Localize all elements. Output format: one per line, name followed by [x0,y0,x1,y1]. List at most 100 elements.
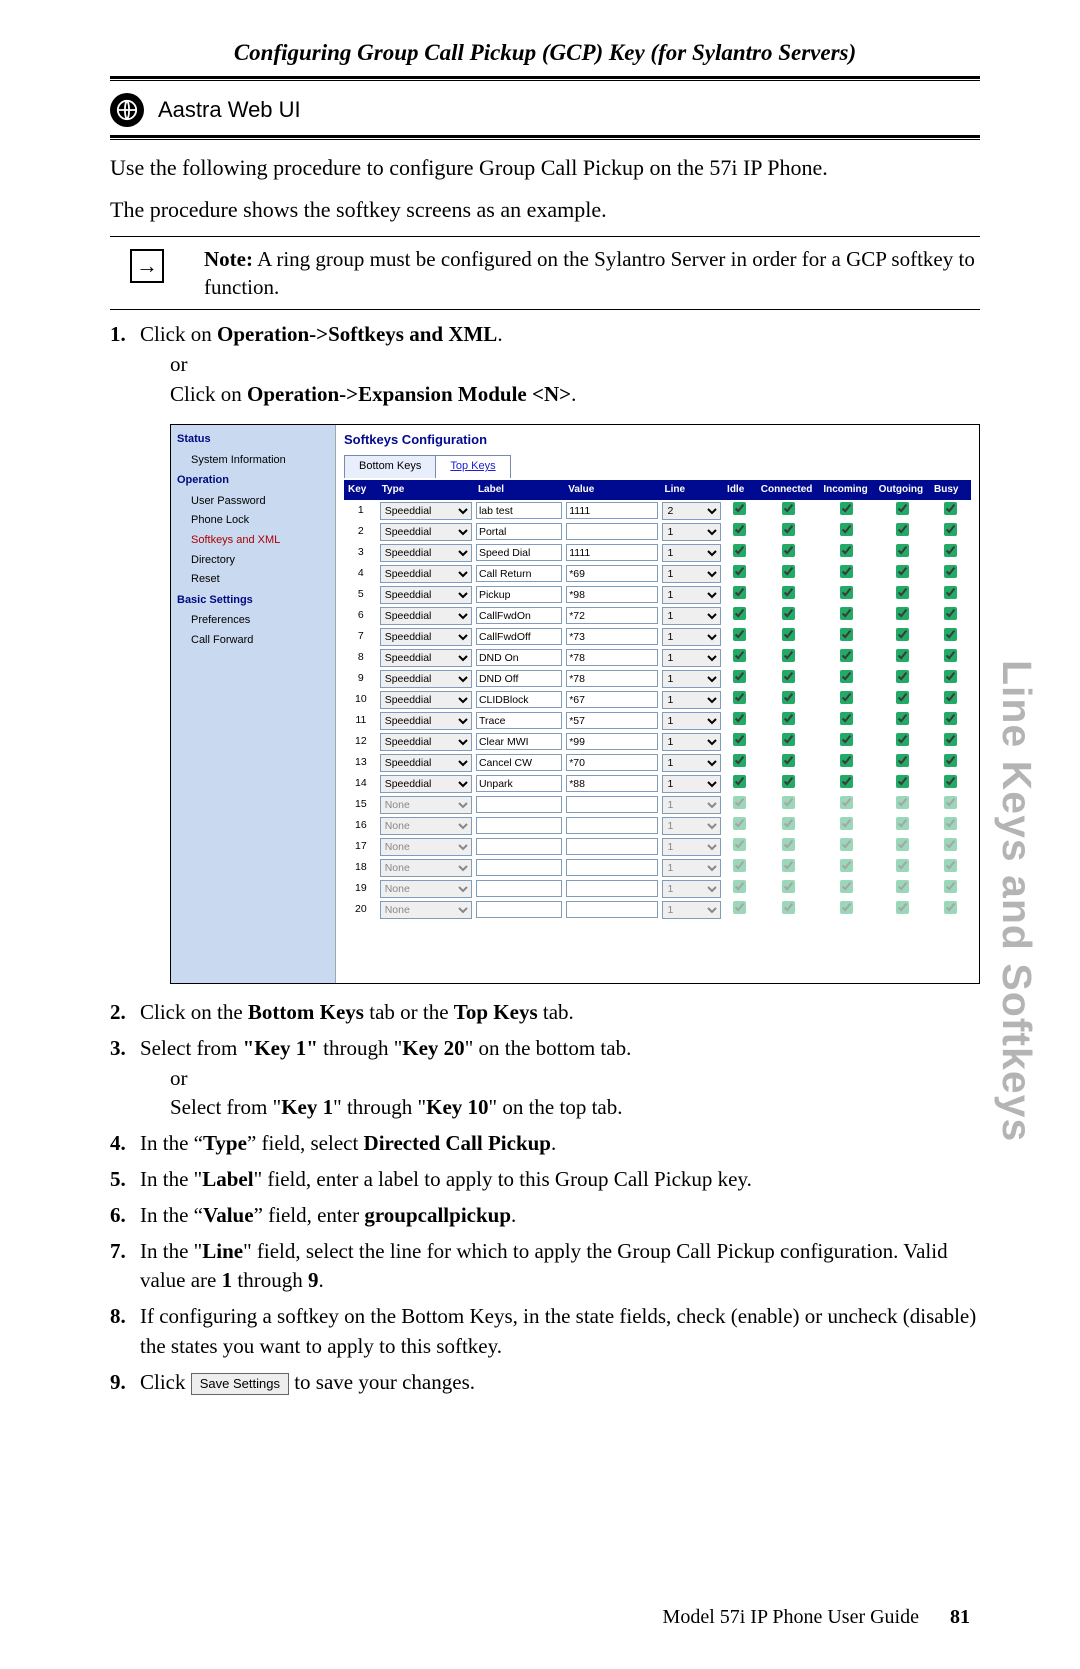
value-input[interactable] [566,544,658,561]
outgoing-checkbox[interactable] [896,628,909,641]
type-select[interactable]: Speeddial [380,670,472,688]
connected-checkbox[interactable] [782,544,795,557]
incoming-checkbox[interactable] [840,817,853,830]
outgoing-checkbox[interactable] [896,733,909,746]
busy-checkbox[interactable] [944,544,957,557]
idle-checkbox[interactable] [733,838,746,851]
label-input[interactable] [476,670,562,687]
value-input[interactable] [566,754,658,771]
type-select[interactable]: Speeddial [380,712,472,730]
connected-checkbox[interactable] [782,670,795,683]
connected-checkbox[interactable] [782,733,795,746]
idle-checkbox[interactable] [733,628,746,641]
line-select[interactable]: 1 [662,733,721,751]
value-input[interactable] [566,586,658,603]
incoming-checkbox[interactable] [840,691,853,704]
busy-checkbox[interactable] [944,691,957,704]
outgoing-checkbox[interactable] [896,796,909,809]
incoming-checkbox[interactable] [840,838,853,851]
incoming-checkbox[interactable] [840,754,853,767]
idle-checkbox[interactable] [733,523,746,536]
type-select[interactable]: Speeddial [380,754,472,772]
value-input[interactable] [566,880,658,897]
outgoing-checkbox[interactable] [896,754,909,767]
type-select[interactable]: Speeddial [380,691,472,709]
value-input[interactable] [566,523,658,540]
nav-sysinfo[interactable]: System Information [171,451,335,471]
outgoing-checkbox[interactable] [896,649,909,662]
outgoing-checkbox[interactable] [896,817,909,830]
busy-checkbox[interactable] [944,565,957,578]
idle-checkbox[interactable] [733,775,746,788]
label-input[interactable] [476,796,562,813]
value-input[interactable] [566,775,658,792]
type-select[interactable]: Speeddial [380,733,472,751]
outgoing-checkbox[interactable] [896,859,909,872]
outgoing-checkbox[interactable] [896,691,909,704]
incoming-checkbox[interactable] [840,796,853,809]
value-input[interactable] [566,565,658,582]
idle-checkbox[interactable] [733,754,746,767]
busy-checkbox[interactable] [944,649,957,662]
label-input[interactable] [476,649,562,666]
outgoing-checkbox[interactable] [896,502,909,515]
idle-checkbox[interactable] [733,502,746,515]
nav-operation[interactable]: Operation [171,470,335,492]
value-input[interactable] [566,838,658,855]
nav-status[interactable]: Status [171,429,335,451]
type-select[interactable]: Speeddial [380,607,472,625]
type-select[interactable]: Speeddial [380,628,472,646]
connected-checkbox[interactable] [782,796,795,809]
outgoing-checkbox[interactable] [896,880,909,893]
nav-phonelock[interactable]: Phone Lock [171,511,335,531]
outgoing-checkbox[interactable] [896,586,909,599]
type-select[interactable]: Speeddial [380,775,472,793]
idle-checkbox[interactable] [733,817,746,830]
busy-checkbox[interactable] [944,733,957,746]
busy-checkbox[interactable] [944,670,957,683]
label-input[interactable] [476,691,562,708]
value-input[interactable] [566,649,658,666]
line-select[interactable]: 1 [662,607,721,625]
idle-checkbox[interactable] [733,649,746,662]
incoming-checkbox[interactable] [840,502,853,515]
line-select[interactable]: 1 [662,880,721,898]
connected-checkbox[interactable] [782,691,795,704]
idle-checkbox[interactable] [733,607,746,620]
value-input[interactable] [566,901,658,918]
type-select[interactable]: None [380,796,472,814]
connected-checkbox[interactable] [782,502,795,515]
line-select[interactable]: 1 [662,523,721,541]
type-select[interactable]: Speeddial [380,502,472,520]
connected-checkbox[interactable] [782,859,795,872]
value-input[interactable] [566,712,658,729]
connected-checkbox[interactable] [782,586,795,599]
connected-checkbox[interactable] [782,565,795,578]
line-select[interactable]: 1 [662,712,721,730]
busy-checkbox[interactable] [944,817,957,830]
busy-checkbox[interactable] [944,796,957,809]
value-input[interactable] [566,691,658,708]
outgoing-checkbox[interactable] [896,607,909,620]
busy-checkbox[interactable] [944,838,957,851]
idle-checkbox[interactable] [733,691,746,704]
line-select[interactable]: 1 [662,691,721,709]
outgoing-checkbox[interactable] [896,565,909,578]
idle-checkbox[interactable] [733,796,746,809]
line-select[interactable]: 1 [662,838,721,856]
connected-checkbox[interactable] [782,901,795,914]
line-select[interactable]: 2 [662,502,721,520]
label-input[interactable] [476,565,562,582]
connected-checkbox[interactable] [782,880,795,893]
idle-checkbox[interactable] [733,733,746,746]
busy-checkbox[interactable] [944,586,957,599]
incoming-checkbox[interactable] [840,649,853,662]
connected-checkbox[interactable] [782,838,795,851]
connected-checkbox[interactable] [782,712,795,725]
idle-checkbox[interactable] [733,586,746,599]
type-select[interactable]: Speeddial [380,565,472,583]
label-input[interactable] [476,880,562,897]
line-select[interactable]: 1 [662,901,721,919]
line-select[interactable]: 1 [662,775,721,793]
busy-checkbox[interactable] [944,880,957,893]
